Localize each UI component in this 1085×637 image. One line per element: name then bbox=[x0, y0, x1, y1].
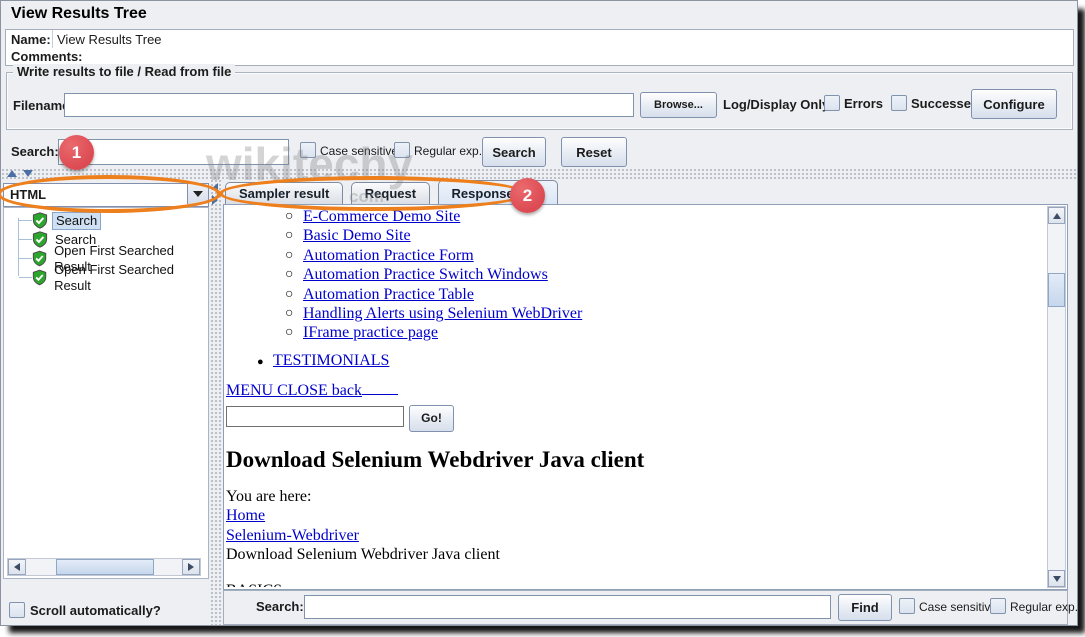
list-item: Automation Practice Table bbox=[285, 285, 1029, 304]
rendered-html-view: E-Commerce Demo Site Basic Demo Site Aut… bbox=[225, 205, 1029, 587]
annotation-badge-2: 2 bbox=[510, 178, 545, 213]
tree-connector-line bbox=[18, 218, 19, 276]
scroll-down-icon[interactable] bbox=[1048, 570, 1065, 587]
list-item: Automation Practice Form bbox=[285, 246, 1029, 265]
comments-label: Comments: bbox=[11, 49, 83, 64]
result-detail-panel: Sampler result Request Response data E-C… bbox=[223, 179, 1077, 625]
breadcrumb-current: Download Selenium Webdriver Java client bbox=[226, 545, 1029, 564]
response-search-label: Search: bbox=[256, 599, 304, 614]
shield-check-icon bbox=[32, 212, 48, 229]
basics-text: BASICS bbox=[226, 581, 1029, 587]
shield-check-icon bbox=[32, 250, 47, 267]
successes-checkbox[interactable] bbox=[891, 95, 907, 111]
link[interactable]: Automation Practice Table bbox=[303, 286, 474, 303]
page-title: View Results Tree bbox=[11, 5, 147, 23]
list-item: Automation Practice Switch Windows bbox=[285, 265, 1029, 284]
name-label: Name: bbox=[11, 32, 51, 47]
tree-item-label[interactable]: Open First Searched Result bbox=[51, 262, 208, 294]
breadcrumb-home-link[interactable]: Home bbox=[226, 507, 265, 524]
comments-input[interactable] bbox=[82, 48, 1073, 64]
results-tree: Search Search Open First Searched Result bbox=[3, 207, 209, 579]
configure-button[interactable]: Configure bbox=[971, 89, 1057, 119]
results-tree-panel: HTML Search Search bbox=[3, 179, 209, 625]
site-search-input[interactable] bbox=[226, 406, 404, 427]
breadcrumb: Home bbox=[226, 506, 1029, 525]
tree-scrollbar-thumb[interactable] bbox=[56, 559, 154, 575]
name-value: View Results Tree bbox=[57, 32, 162, 47]
search-label: Search: bbox=[11, 144, 59, 159]
errors-checkbox[interactable] bbox=[824, 95, 840, 111]
successes-label: Successes bbox=[911, 96, 978, 111]
testimonials-row: TESTIMONIALS bbox=[257, 353, 1029, 369]
log-display-only-label: Log/Display Only: bbox=[723, 97, 834, 112]
response-vertical-scrollbar[interactable] bbox=[1047, 206, 1066, 588]
jmeter-view-results-tree-window: View Results Tree Name: View Results Tre… bbox=[0, 0, 1078, 626]
link[interactable]: Automation Practice Switch Windows bbox=[303, 266, 548, 283]
annotation-ellipse-view-selector bbox=[0, 175, 221, 213]
name-comments-box: Name: View Results Tree Comments: bbox=[5, 29, 1074, 66]
regular-exp-checkbox[interactable] bbox=[394, 142, 410, 158]
breadcrumb-intro: You are here: bbox=[226, 487, 1029, 506]
scroll-right-icon[interactable] bbox=[182, 559, 200, 575]
case-sensitive-checkbox[interactable] bbox=[300, 142, 316, 158]
vertical-splitter[interactable] bbox=[210, 179, 222, 625]
write-results-group-title: Write results to file / Read from file bbox=[13, 64, 235, 79]
annotation-ellipse-tabs bbox=[219, 176, 527, 211]
tree-row[interactable]: Search bbox=[32, 211, 101, 230]
response-search-bar: Search: Find Case sensitive Regular exp. bbox=[223, 590, 1068, 625]
errors-label: Errors bbox=[844, 96, 883, 111]
response-search-input[interactable] bbox=[304, 595, 831, 619]
response-regular-exp-checkbox[interactable] bbox=[990, 598, 1006, 614]
splitter-collapse-up-icon[interactable] bbox=[7, 170, 17, 177]
list-item: IFrame practice page bbox=[285, 323, 1029, 342]
nav-link-list: E-Commerce Demo Site Basic Demo Site Aut… bbox=[225, 207, 1029, 343]
response-regular-exp-label: Regular exp. bbox=[1010, 600, 1078, 614]
menu-close-link[interactable]: MENU CLOSE back bbox=[226, 382, 398, 399]
find-button[interactable]: Find bbox=[838, 594, 892, 621]
link[interactable]: Handling Alerts using Selenium WebDriver bbox=[303, 305, 582, 322]
filename-input[interactable] bbox=[64, 93, 634, 117]
shield-check-icon bbox=[32, 231, 48, 248]
breadcrumb-selenium-link[interactable]: Selenium-Webdriver bbox=[226, 527, 359, 544]
list-item: Basic Demo Site bbox=[285, 226, 1029, 245]
scroll-left-icon[interactable] bbox=[8, 559, 26, 575]
reset-button[interactable]: Reset bbox=[561, 137, 627, 167]
case-sensitive-label: Case sensitive bbox=[320, 144, 398, 158]
tree-connector-stub bbox=[19, 258, 32, 259]
name-input[interactable]: View Results Tree bbox=[52, 30, 1073, 48]
scroll-up-icon[interactable] bbox=[1048, 207, 1065, 224]
tree-connector-stub bbox=[19, 277, 32, 278]
site-search-form: Go! bbox=[226, 405, 1029, 432]
tree-row[interactable]: Open First Searched Result bbox=[32, 268, 208, 287]
go-button[interactable]: Go! bbox=[409, 405, 454, 432]
page-heading: Download Selenium Webdriver Java client bbox=[226, 447, 1029, 472]
menu-close-row: MENU CLOSE back bbox=[226, 383, 1029, 399]
splitter-collapse-down-icon[interactable] bbox=[23, 170, 33, 177]
response-data-pane: E-Commerce Demo Site Basic Demo Site Aut… bbox=[223, 204, 1068, 590]
annotation-badge-1: 1 bbox=[59, 135, 94, 170]
scroll-automatically-label: Scroll automatically? bbox=[30, 603, 161, 618]
browse-button[interactable]: Browse... bbox=[640, 92, 717, 118]
tree-item-label[interactable]: Search bbox=[52, 212, 101, 230]
tree-connector-stub bbox=[19, 220, 32, 221]
tree-connector-stub bbox=[19, 239, 32, 240]
filename-label: Filename bbox=[13, 98, 69, 113]
regular-exp-label: Regular exp. bbox=[414, 144, 482, 158]
testimonials-link[interactable]: TESTIMONIALS bbox=[273, 352, 389, 369]
response-case-sensitive-checkbox[interactable] bbox=[899, 598, 915, 614]
link[interactable]: IFrame practice page bbox=[303, 324, 438, 341]
shield-check-icon bbox=[32, 269, 47, 286]
link[interactable]: Basic Demo Site bbox=[303, 227, 411, 244]
response-scrollbar-thumb[interactable] bbox=[1048, 273, 1065, 307]
link[interactable]: Automation Practice Form bbox=[303, 247, 474, 264]
search-button[interactable]: Search bbox=[482, 137, 546, 167]
write-results-group: Write results to file / Read from file F… bbox=[6, 72, 1073, 130]
response-case-sensitive-label: Case sensitive bbox=[919, 600, 997, 614]
tree-horizontal-scrollbar[interactable] bbox=[7, 558, 201, 576]
list-item: Handling Alerts using Selenium WebDriver bbox=[285, 304, 1029, 323]
scroll-automatically-checkbox[interactable] bbox=[9, 602, 25, 618]
breadcrumb: Selenium-Webdriver bbox=[226, 526, 1029, 545]
